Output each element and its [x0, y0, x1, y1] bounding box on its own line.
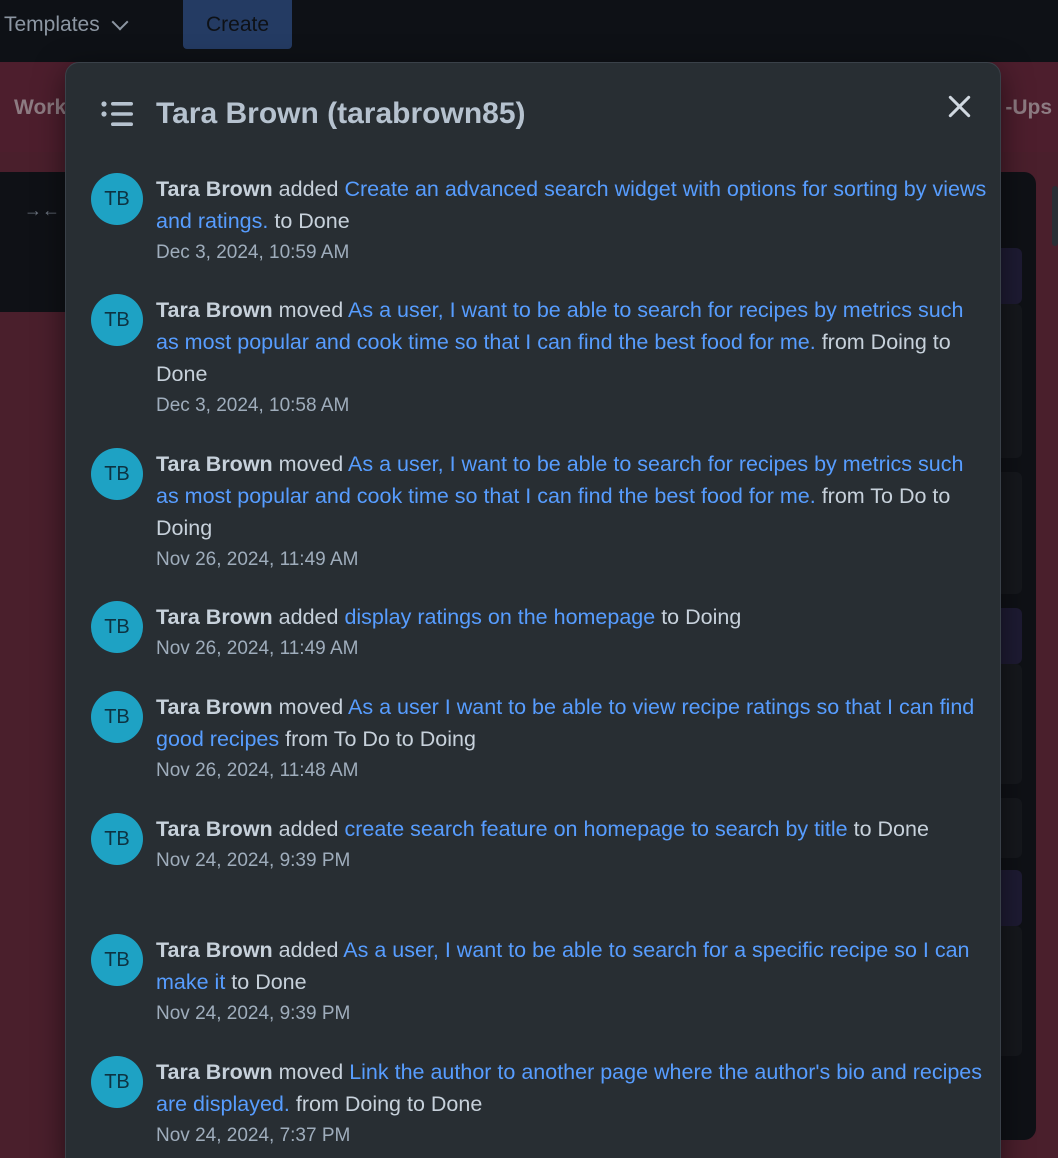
activity-suffix: to Done [274, 209, 350, 233]
activity-text: Tara Brown moved As a user, I want to be… [156, 448, 991, 544]
activity-verb: moved [278, 695, 344, 719]
avatar[interactable]: TB [91, 448, 143, 500]
avatar[interactable]: TB [91, 691, 143, 743]
activity-text: Tara Brown added create search feature o… [156, 813, 991, 845]
templates-label: Templates [4, 13, 100, 36]
activity-timestamp[interactable]: Nov 24, 2024, 9:39 PM [156, 845, 991, 877]
top-navigation-bar [0, 0, 1058, 62]
activity-actor[interactable]: Tara Brown [156, 1060, 273, 1084]
activity-text: Tara Brown added display ratings on the … [156, 601, 991, 633]
close-button[interactable] [942, 89, 976, 123]
activity-list-icon [101, 101, 133, 126]
avatar[interactable]: TB [91, 173, 143, 225]
activity-timestamp[interactable]: Dec 3, 2024, 10:59 AM [156, 237, 991, 269]
activity-suffix: from Doing to Done [295, 1092, 483, 1116]
activity-suffix: from To Do to Doing [285, 727, 476, 751]
activity-timestamp[interactable]: Dec 3, 2024, 10:58 AM [156, 390, 991, 422]
avatar[interactable]: TB [91, 601, 143, 653]
chevron-down-icon [111, 13, 129, 31]
avatar[interactable]: TB [91, 813, 143, 865]
activity-timestamp[interactable]: Nov 26, 2024, 11:48 AM [156, 755, 991, 787]
activity-verb: moved [278, 298, 344, 322]
activity-actor[interactable]: Tara Brown [156, 177, 273, 201]
dialog-title: Tara Brown (tarabrown85) [156, 97, 526, 130]
scrollbar[interactable] [1052, 186, 1058, 246]
activity-suffix: to Done [853, 817, 929, 841]
create-button[interactable]: Create [183, 0, 292, 49]
activity-suffix: to Doing [661, 605, 742, 629]
activity-text: Tara Brown added Create an advanced sear… [156, 173, 991, 237]
activity-verb: moved [278, 452, 344, 476]
activity-verb: added [278, 817, 339, 841]
avatar[interactable]: TB [91, 1056, 143, 1108]
activity-timestamp[interactable]: Nov 24, 2024, 9:39 PM [156, 998, 991, 1030]
activity-actor[interactable]: Tara Brown [156, 695, 273, 719]
templates-menu[interactable]: Templates [4, 10, 129, 40]
activity-text: Tara Brown moved As a user, I want to be… [156, 294, 991, 390]
activity-text: Tara Brown moved As a user I want to be … [156, 691, 991, 755]
activity-card-link[interactable]: display ratings on the homepage [344, 605, 655, 629]
activity-actor[interactable]: Tara Brown [156, 298, 273, 322]
activity-text: Tara Brown moved Link the author to anot… [156, 1056, 991, 1120]
activity-card-link[interactable]: create search feature on homepage to sea… [344, 817, 847, 841]
activity-suffix: to Done [231, 970, 307, 994]
activity-actor[interactable]: Tara Brown [156, 452, 273, 476]
activity-timestamp[interactable]: Nov 24, 2024, 7:37 PM [156, 1120, 991, 1152]
activity-actor[interactable]: Tara Brown [156, 938, 273, 962]
dialog-header: Tara Brown (tarabrown85) [66, 63, 1000, 163]
activity-text: Tara Brown added As a user, I want to be… [156, 934, 991, 998]
avatar[interactable]: TB [91, 934, 143, 986]
avatar[interactable]: TB [91, 294, 143, 346]
board-header-right-item[interactable]: -Ups [1005, 96, 1052, 120]
activity-verb: moved [278, 1060, 344, 1084]
activity-verb: added [278, 605, 339, 629]
activity-verb: added [278, 938, 339, 962]
activity-timestamp[interactable]: Nov 26, 2024, 11:49 AM [156, 633, 991, 665]
activity-actor[interactable]: Tara Brown [156, 817, 273, 841]
activity-verb: added [278, 177, 339, 201]
member-activity-dialog: Tara Brown (tarabrown85) TB Tara Brown a… [65, 62, 1001, 1158]
board-name[interactable]: Work [14, 96, 66, 120]
collapse-icon[interactable]: →← [24, 200, 60, 221]
activity-actor[interactable]: Tara Brown [156, 605, 273, 629]
activity-timestamp[interactable]: Nov 26, 2024, 11:49 AM [156, 544, 991, 576]
